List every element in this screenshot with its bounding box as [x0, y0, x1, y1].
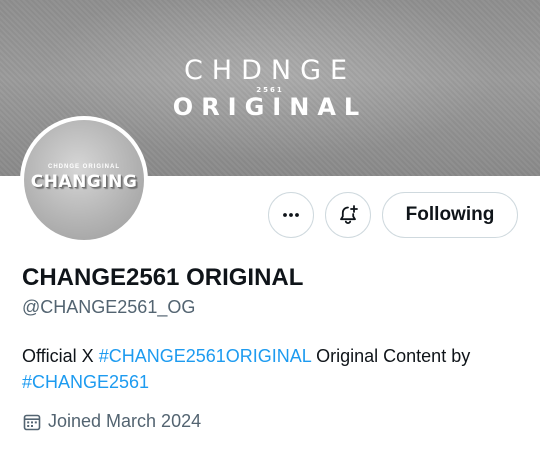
profile-handle: @CHANGE2561_OG	[22, 297, 196, 317]
calendar-icon	[23, 414, 41, 430]
avatar-image: CHDNGE ORIGINAL CHANGING	[24, 120, 144, 240]
joined-date: Joined March 2024	[22, 411, 201, 432]
avatar[interactable]: CHDNGE ORIGINAL CHANGING	[20, 116, 148, 244]
avatar-small-text: CHDNGE ORIGINAL	[48, 164, 120, 170]
more-button[interactable]	[268, 192, 314, 238]
bio-text: Official X	[22, 346, 99, 366]
bio-text: Original Content by	[311, 346, 471, 366]
more-horizontal-icon	[283, 213, 299, 217]
notifications-button[interactable]	[325, 192, 371, 238]
banner-logo: CHDNGE 2561 ORIGINAL	[0, 55, 540, 121]
joined-text: Joined March 2024	[48, 411, 202, 431]
profile-bio: Official X #CHANGE2561ORIGINAL Original …	[22, 343, 522, 395]
bell-plus-icon	[340, 205, 358, 224]
hashtag-link[interactable]: #CHANGE2561	[22, 372, 149, 392]
avatar-big-text: CHANGING	[30, 172, 138, 192]
profile-name: CHANGE2561 ORIGINAL	[22, 264, 304, 291]
following-button[interactable]: Following	[382, 192, 518, 238]
banner-logo-title: CHDNGE	[183, 55, 357, 86]
hashtag-link[interactable]: #CHANGE2561ORIGINAL	[99, 346, 311, 366]
